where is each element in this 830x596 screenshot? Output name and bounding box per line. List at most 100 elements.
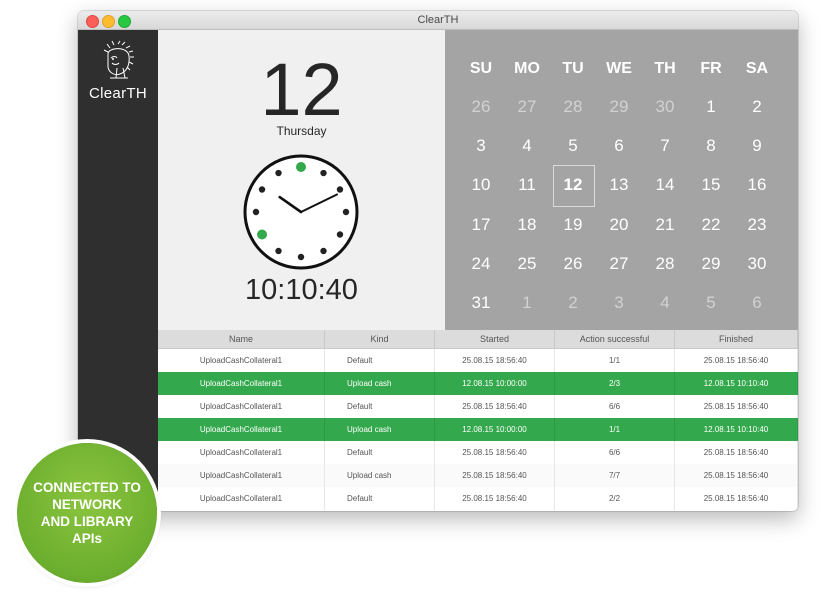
- table-row[interactable]: UploadCashCollateral1 Upload cash 12.08.15…: [158, 372, 798, 395]
- calendar-panel: SU MO TU WE TH FR SA 26 27 28 29 30 1 2 3 4 5 6 7 8 9 10 11 12 1…: [445, 30, 798, 330]
- table-row[interactable]: UploadCashCollateral1 Upload cash 12.08.15…: [158, 418, 798, 441]
- calendar-day[interactable]: 17: [465, 215, 497, 235]
- calendar-day[interactable]: 5: [695, 293, 727, 313]
- calendar-day[interactable]: 9: [741, 136, 773, 156]
- calendar-day[interactable]: 26: [557, 254, 589, 274]
- clock-hour-marker: [275, 169, 282, 177]
- calendar-day[interactable]: 7: [649, 136, 681, 156]
- calendar-day[interactable]: 29: [603, 97, 635, 117]
- clock-marker-active: [296, 162, 306, 172]
- calendar-header-sa: SA: [745, 60, 769, 77]
- current-weekday: Thursday: [276, 124, 327, 138]
- calendar-day[interactable]: 2: [557, 293, 589, 313]
- cell-finished: 25.08.15 18:56:40: [675, 441, 798, 464]
- calendar-day[interactable]: 6: [603, 136, 635, 156]
- badge-text-line: AND LIBRARY: [40, 514, 134, 529]
- calendar-header-mo: MO: [514, 60, 540, 77]
- calendar-header-fr: FR: [700, 60, 722, 77]
- cell-name: UploadCashCollateral1: [158, 441, 325, 464]
- calendar-day[interactable]: 14: [649, 175, 681, 195]
- cell-name: UploadCashCollateral1: [158, 349, 325, 372]
- calendar-header-tu: TU: [562, 60, 584, 77]
- calendar-day[interactable]: 13: [603, 175, 635, 195]
- brand-name: ClearTH: [89, 85, 147, 102]
- app-window: ClearTH ClearTH 12 Thursday 10:10:40 SU …: [78, 11, 798, 511]
- calendar-day[interactable]: 28: [557, 97, 589, 117]
- calendar-day[interactable]: 11: [511, 175, 543, 195]
- calendar-day[interactable]: 4: [511, 136, 543, 156]
- calendar-day[interactable]: 2: [741, 97, 773, 117]
- calendar-day[interactable]: 5: [557, 136, 589, 156]
- column-header-kind[interactable]: Kind: [325, 330, 435, 348]
- table-row[interactable]: UploadCashCollateral1 Default 25.08.15 18:…: [158, 395, 798, 418]
- calendar-day[interactable]: 1: [511, 293, 543, 313]
- calendar-day[interactable]: 16: [741, 175, 773, 195]
- table-header: Name Kind Started Action successful Finished: [158, 330, 798, 349]
- clock-hour-marker: [275, 247, 282, 255]
- feature-badge: CONNECTED TO NETWORK AND LIBRARY APIs: [17, 443, 157, 583]
- cell-action-successful: 2/2: [555, 487, 675, 510]
- calendar-day[interactable]: 19: [557, 215, 589, 235]
- digital-time: 10:10:40: [245, 274, 358, 306]
- window-title: ClearTH: [417, 14, 459, 26]
- cell-name: UploadCashCollateral1: [158, 395, 325, 418]
- cell-name: UploadCashCollateral1: [158, 372, 325, 395]
- column-header-name[interactable]: Name: [158, 330, 325, 348]
- cell-action-successful: 1/1: [555, 418, 675, 441]
- clock-hour-marker: [297, 253, 305, 261]
- calendar-day[interactable]: 6: [741, 293, 773, 313]
- table-row[interactable]: UploadCashCollateral1 Default 25.08.15 18:…: [158, 487, 798, 510]
- cell-started: 25.08.15 18:56:40: [435, 395, 555, 418]
- calendar-day[interactable]: 18: [511, 215, 543, 235]
- calendar-day[interactable]: 30: [741, 254, 773, 274]
- table-row[interactable]: UploadCashCollateral1 Default 25.08.15 18:…: [158, 441, 798, 464]
- calendar-day[interactable]: 24: [465, 254, 497, 274]
- cell-kind: Default: [325, 441, 435, 464]
- calendar-day[interactable]: 28: [649, 254, 681, 274]
- cell-name: UploadCashCollateral1: [158, 487, 325, 510]
- column-header-started[interactable]: Started: [435, 330, 555, 348]
- cell-action-successful: 6/6: [555, 395, 675, 418]
- calendar-day[interactable]: 1: [695, 97, 727, 117]
- column-header-finished[interactable]: Finished: [675, 330, 798, 348]
- cell-kind: Default: [325, 487, 435, 510]
- calendar-day[interactable]: 4: [649, 293, 681, 313]
- clock-marker-active: [257, 229, 268, 240]
- badge-text-line: NETWORK: [52, 497, 122, 512]
- calendar-day[interactable]: 10: [465, 175, 497, 195]
- calendar-day[interactable]: 31: [465, 293, 497, 313]
- calendar-day-today[interactable]: 12: [557, 175, 589, 195]
- calendar-day[interactable]: 15: [695, 175, 727, 195]
- cell-kind: Default: [325, 395, 435, 418]
- calendar-day[interactable]: 27: [603, 254, 635, 274]
- cell-finished: 25.08.15 18:56:40: [675, 487, 798, 510]
- calendar-day[interactable]: 30: [649, 97, 681, 117]
- table-row[interactable]: UploadCashCollateral1 Default 25.08.15 18:…: [158, 349, 798, 372]
- calendar-header-we: WE: [606, 60, 632, 77]
- column-header-action-successful[interactable]: Action successful: [555, 330, 675, 348]
- calendar-day[interactable]: 29: [695, 254, 727, 274]
- current-day-number: 12: [260, 48, 343, 131]
- calendar-day[interactable]: 8: [695, 136, 727, 156]
- calendar-day[interactable]: 3: [603, 293, 635, 313]
- clock-panel: 12 Thursday 10:10:40: [158, 30, 445, 330]
- calendar-day[interactable]: 21: [649, 215, 681, 235]
- cell-finished: 25.08.15 18:56:40: [675, 395, 798, 418]
- badge-text-line: CONNECTED TO: [33, 480, 141, 495]
- clock-hour-marker: [320, 169, 327, 177]
- calendar-day[interactable]: 3: [465, 136, 497, 156]
- table-row[interactable]: UploadCashCollateral1 Upload cash 25.08.15…: [158, 464, 798, 487]
- calendar-day[interactable]: 23: [741, 215, 773, 235]
- calendar-day[interactable]: 27: [511, 97, 543, 117]
- run-table: Name Kind Started Action successful Finished…: [158, 330, 798, 511]
- calendar-day[interactable]: 20: [603, 215, 635, 235]
- title-bar: ClearTH: [78, 11, 798, 30]
- calendar-day[interactable]: 25: [511, 254, 543, 274]
- clock-hour-marker: [258, 186, 266, 193]
- badge-text-line: APIs: [71, 531, 102, 546]
- calendar-day[interactable]: 26: [465, 97, 497, 117]
- sidebar: ClearTH: [78, 30, 158, 511]
- calendar-day[interactable]: 22: [695, 215, 727, 235]
- cell-started: 25.08.15 18:56:40: [435, 441, 555, 464]
- cell-name: UploadCashCollateral1: [158, 418, 325, 441]
